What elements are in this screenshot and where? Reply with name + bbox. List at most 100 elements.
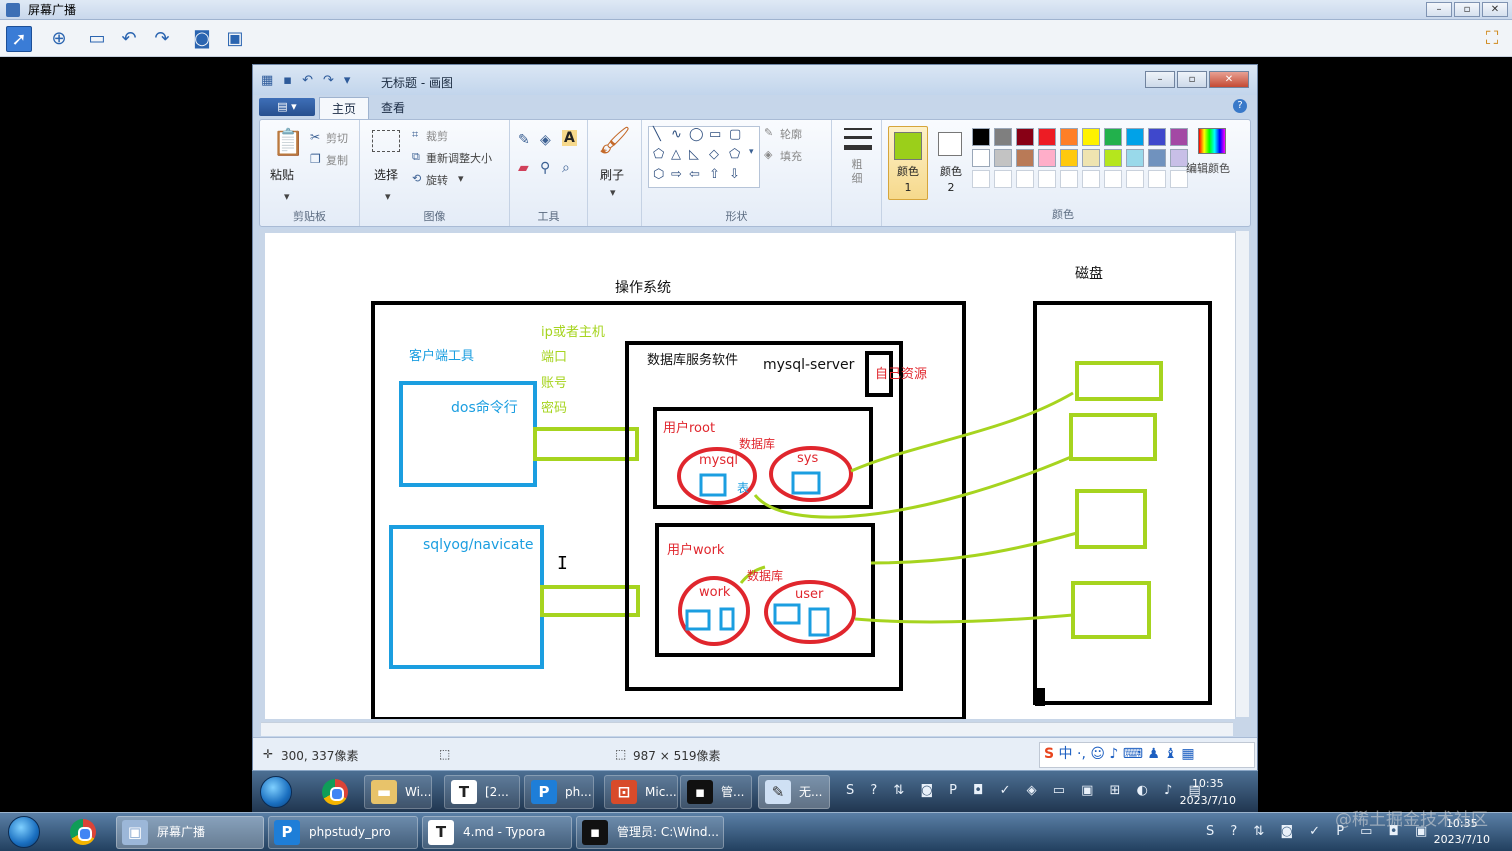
- chrome-icon[interactable]: [322, 779, 348, 805]
- palette-swatch[interactable]: [1082, 170, 1100, 188]
- diamond-icon[interactable]: ◇: [709, 147, 719, 162]
- oval-icon[interactable]: ◯: [689, 127, 704, 142]
- select-icon[interactable]: [372, 130, 400, 152]
- tab-home[interactable]: 主页: [319, 97, 370, 119]
- taskbar-item-phpstudy-pro[interactable]: Pphpstudy_pro: [268, 816, 418, 849]
- rotate-dropdown-icon[interactable]: ▾: [458, 172, 464, 185]
- select-dropdown-icon[interactable]: ▾: [385, 190, 391, 203]
- palette-swatch[interactable]: [994, 149, 1012, 167]
- palette-swatch[interactable]: [1126, 128, 1144, 146]
- palette-swatch[interactable]: [1148, 149, 1166, 167]
- palette-swatch[interactable]: [1082, 128, 1100, 146]
- minimize-button[interactable]: –: [1426, 2, 1452, 17]
- taskbar-item-cmd[interactable]: ▪ 管理员: C:\Wind...: [576, 816, 724, 849]
- save-icon[interactable]: ▪: [283, 73, 292, 88]
- palette-swatch[interactable]: [1016, 170, 1034, 188]
- arrow-left-icon[interactable]: ⇦: [689, 167, 700, 182]
- palette-swatch[interactable]: [1148, 170, 1166, 188]
- size-button[interactable]: 粗细: [850, 158, 864, 186]
- palette-swatch[interactable]: [1104, 128, 1122, 146]
- maximize-button[interactable]: ▫: [1454, 2, 1480, 17]
- palette-swatch[interactable]: [1126, 170, 1144, 188]
- undo-icon[interactable]: ↶: [302, 73, 313, 88]
- palette-swatch[interactable]: [972, 149, 990, 167]
- fullscreen-icon[interactable]: ⛶: [1479, 26, 1505, 52]
- line-icon[interactable]: ╲: [653, 127, 661, 142]
- palette-swatch[interactable]: [1104, 170, 1122, 188]
- pointer-icon[interactable]: ➚: [6, 26, 32, 52]
- hexagon-icon[interactable]: ⬡: [653, 167, 664, 182]
- inner-tray-icons[interactable]: S ? ⇅ ◙ P ◘ ✓ ◈ ▭ ▣ ⊞ ◐ ♪ ▤: [846, 783, 1207, 798]
- paste-icon[interactable]: 📋: [272, 128, 304, 158]
- paint-maximize-button[interactable]: ▫: [1177, 71, 1207, 88]
- paste-button[interactable]: 粘贴: [270, 166, 294, 183]
- palette-swatch[interactable]: [1170, 128, 1188, 146]
- redo-icon[interactable]: ↷: [323, 73, 334, 88]
- palette-swatch[interactable]: [972, 170, 990, 188]
- brushes-button[interactable]: 刷子: [600, 166, 624, 183]
- rotate-button[interactable]: 旋转: [426, 172, 448, 188]
- color-picker-icon[interactable]: ⚲: [540, 160, 550, 176]
- redo-icon[interactable]: ↷: [149, 26, 175, 52]
- taskbar-item-broadcast[interactable]: ▣ 屏幕广播: [116, 816, 264, 849]
- zoom-icon[interactable]: ⊕: [46, 26, 72, 52]
- select-button[interactable]: 选择: [374, 166, 398, 183]
- right-triangle-icon[interactable]: ◺: [689, 147, 699, 162]
- color2-label[interactable]: 颜色 2: [936, 164, 966, 196]
- palette-swatch[interactable]: [1016, 149, 1034, 167]
- arrow-right-icon[interactable]: ⇨: [671, 167, 682, 182]
- chrome-icon[interactable]: [70, 819, 96, 845]
- edit-colors-icon[interactable]: [1198, 128, 1226, 154]
- palette-swatch[interactable]: [1038, 128, 1056, 146]
- resize-button[interactable]: 重新调整大小: [426, 150, 492, 166]
- color2-swatch[interactable]: [938, 132, 962, 156]
- shapes-gallery[interactable]: ╲ ∿ ◯ ▭ ▢ ⬠ △ ◺ ◇ ⬠ ⬡ ⇨ ⇦ ⇧ ⇩ ▾: [648, 126, 760, 188]
- palette-swatch[interactable]: [1126, 149, 1144, 167]
- eraser-icon[interactable]: ▰: [518, 160, 529, 176]
- brush-icon[interactable]: 🖌: [598, 126, 631, 156]
- taskbar-item-phpstudy[interactable]: Pph...: [524, 775, 594, 809]
- text-icon[interactable]: A: [562, 130, 577, 146]
- polygon-icon[interactable]: ⬠: [653, 147, 664, 162]
- rounded-rect-icon[interactable]: ▢: [729, 127, 741, 142]
- shapes-scroll-icon[interactable]: ▾: [749, 147, 754, 157]
- screen-icon[interactable]: ▭: [84, 26, 110, 52]
- fill-icon[interactable]: ◈: [540, 132, 551, 148]
- palette-swatch[interactable]: [1016, 128, 1034, 146]
- horizontal-scrollbar[interactable]: [261, 722, 1233, 736]
- camera-icon[interactable]: ◙: [189, 26, 215, 52]
- cut-button[interactable]: 剪切: [326, 130, 348, 146]
- paste-dropdown-icon[interactable]: ▾: [284, 190, 290, 203]
- ime-toolbar[interactable]: S 中 ·, ☺ ♪ ⌨ ♟ ♝ ▦: [1039, 742, 1255, 768]
- palette-swatch[interactable]: [1038, 149, 1056, 167]
- taskbar-item-mic[interactable]: ⊡ Mic...: [604, 775, 678, 809]
- paint-minimize-button[interactable]: –: [1145, 71, 1175, 88]
- tab-view[interactable]: 查看: [369, 97, 417, 119]
- palette-swatch[interactable]: [1060, 128, 1078, 146]
- palette-swatch[interactable]: [994, 170, 1012, 188]
- drawing-canvas[interactable]: I 操作系统 磁盘 客户端工具 ip或者主机 端口 账号 密码 dos命令行 s…: [265, 233, 1235, 719]
- palette-swatch[interactable]: [994, 128, 1012, 146]
- close-button[interactable]: ✕: [1482, 2, 1508, 17]
- taskbar-item-typora[interactable]: T [2...: [444, 775, 520, 809]
- quick-access-dropdown-icon[interactable]: ▾: [344, 73, 351, 88]
- triangle-icon[interactable]: △: [671, 147, 681, 162]
- pentagon-icon[interactable]: ⬠: [729, 147, 740, 162]
- edit-colors-button[interactable]: 编辑颜色: [1186, 160, 1230, 176]
- start-orb-icon[interactable]: [260, 776, 292, 808]
- outline-button[interactable]: 轮廓: [780, 126, 802, 142]
- undo-icon[interactable]: ↶: [116, 26, 142, 52]
- palette-swatch[interactable]: [1082, 149, 1100, 167]
- inner-clock[interactable]: 10:35 2023/7/10: [1180, 775, 1236, 809]
- help-icon[interactable]: ?: [1233, 99, 1247, 113]
- monitor-icon[interactable]: ▣: [222, 26, 248, 52]
- fill-button[interactable]: 填充: [780, 148, 802, 164]
- palette-swatch[interactable]: [1038, 170, 1056, 188]
- magnifier-icon[interactable]: ⌕: [562, 160, 570, 176]
- palette-swatch[interactable]: [1060, 149, 1078, 167]
- start-orb-icon[interactable]: [8, 816, 40, 848]
- taskbar-item-typora[interactable]: T 4.md - Typora: [422, 816, 572, 849]
- crop-button[interactable]: 裁剪: [426, 128, 448, 144]
- copy-button[interactable]: 复制: [326, 152, 348, 168]
- rectangle-icon[interactable]: ▭: [709, 127, 721, 142]
